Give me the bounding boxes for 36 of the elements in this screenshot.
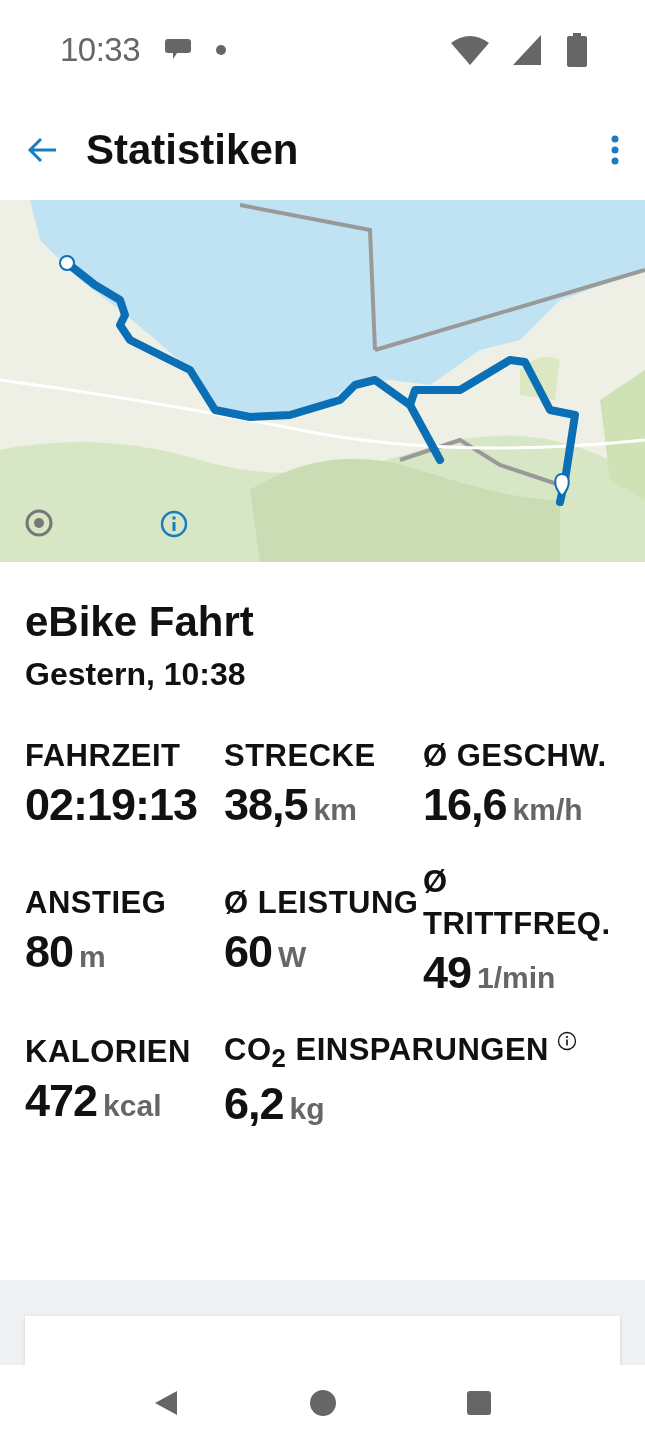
stat-unit: W <box>278 939 307 974</box>
page-title: Statistiken <box>86 126 300 174</box>
stat-label: ANSTIEG <box>25 883 167 922</box>
stat-value: 60 <box>224 925 273 978</box>
stat-unit: kcal <box>103 1088 162 1123</box>
wifi-icon <box>451 35 489 65</box>
stat-unit: kg <box>289 1091 325 1126</box>
stat-label: Ø GESCHW. <box>423 737 607 775</box>
stat-label: KALORIEN <box>25 1033 191 1072</box>
stat-value: 16,6 <box>423 778 507 831</box>
dot-icon <box>216 45 227 55</box>
more-options-icon[interactable] <box>609 134 621 166</box>
stat-value: 02:19:13 <box>25 778 198 831</box>
map-logo-icon <box>24 508 54 538</box>
stat-value: 6,2 <box>224 1077 284 1130</box>
stat-unit: km <box>313 792 357 827</box>
stat-label: Ø TRITTFREQ. <box>423 862 611 943</box>
stat-label: CO$_{2}$ EINSPARUNGEN <box>224 1030 549 1074</box>
stat-unit: 1/min <box>477 960 556 995</box>
stat-unit: km/h <box>512 792 583 827</box>
square-icon[interactable] <box>464 1388 493 1417</box>
stat-label: FAHRZEIT <box>25 737 181 775</box>
signal-icon <box>513 35 543 65</box>
stat-value: 49 <box>423 946 472 999</box>
stat-value: 472 <box>25 1074 98 1127</box>
status-time: 10:33 <box>60 31 141 69</box>
stat-unit: m <box>79 939 106 974</box>
stat-value: 38,5 <box>224 778 308 831</box>
activity-date: Gestern, 10:38 <box>25 656 247 693</box>
home-circle-icon[interactable] <box>308 1388 337 1417</box>
stat-label: Ø LEISTUNG <box>224 883 419 922</box>
battery-icon <box>567 33 587 67</box>
activity-title: eBike Fahrt <box>25 598 255 646</box>
info-icon[interactable] <box>556 1030 577 1051</box>
stat-label: STRECKE <box>224 737 376 775</box>
stat-value: 80 <box>25 925 74 978</box>
